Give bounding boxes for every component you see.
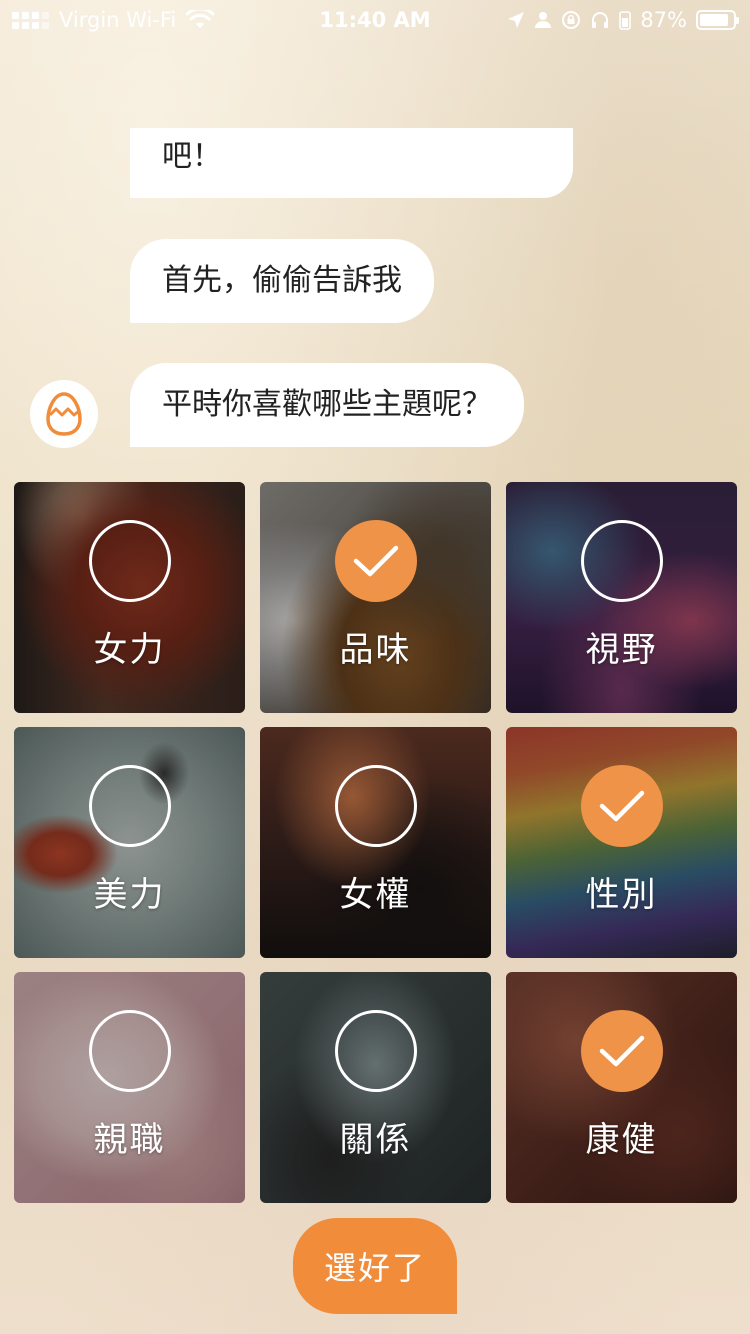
select-circle-icon[interactable] [335,1010,417,1092]
checkmark-icon[interactable] [581,765,663,847]
location-arrow-icon [508,12,525,28]
topic-tile-meili[interactable]: 美力 [14,727,245,958]
topic-tile-nuli[interactable]: 女力 [14,482,245,713]
select-circle-icon[interactable] [581,520,663,602]
topic-label: 美力 [93,875,166,915]
topic-label: 親職 [93,1120,166,1160]
battery-icon [696,10,739,30]
bot-avatar [30,380,98,448]
chat-message-text: 首先，偷偷告訴我 [162,263,402,298]
topic-label: 康健 [585,1120,658,1160]
checkmark-icon[interactable] [581,1010,663,1092]
status-bar: Virgin Wi-Fi 11:40 AM 87% [0,0,750,40]
select-circle-icon[interactable] [89,1010,171,1092]
topic-label: 視野 [585,630,658,670]
topic-label: 女權 [339,875,412,915]
topic-tile-pinwei[interactable]: 品味 [260,482,491,713]
topic-tile-nuquan[interactable]: 女權 [260,727,491,958]
select-circle-icon[interactable] [89,765,171,847]
done-button[interactable]: 選好了 [293,1218,457,1314]
topic-label: 品味 [339,630,412,670]
topic-tile-kangjian[interactable]: 康健 [506,972,737,1203]
select-circle-icon[interactable] [89,520,171,602]
chat-bubble: 平時你喜歡哪些主題呢？ [130,363,524,447]
topic-tile-guanxi[interactable]: 關係 [260,972,491,1203]
battery-level [700,14,728,26]
select-circle-icon[interactable] [335,765,417,847]
topic-label: 女力 [93,630,166,670]
topic-tile-qinzhi[interactable]: 親職 [14,972,245,1203]
chat-message-text: 平時你喜歡哪些主題呢？ [162,387,492,422]
chat-message-text: 吧！ [162,139,222,174]
checkmark-icon[interactable] [335,520,417,602]
egg-icon [46,392,82,436]
chat-bubble: 首先，偷偷告訴我 [130,239,434,323]
person-icon [535,12,552,28]
topic-label: 性別 [585,875,658,915]
chat-bubble: 吧！ [130,128,573,198]
status-right: 87% [507,8,739,32]
alarm-battery-icon [619,11,632,30]
topic-label: 關係 [339,1120,412,1160]
topic-grid: 女力 品味 視野 美力 女權 性別 親職 關係 康健 [14,482,737,1203]
battery-percent: 87% [640,8,687,32]
rotation-lock-icon [562,11,581,29]
topic-tile-xingbie[interactable]: 性別 [506,727,737,958]
topic-tile-shiye[interactable]: 視野 [506,482,737,713]
headphones-icon [592,12,609,28]
